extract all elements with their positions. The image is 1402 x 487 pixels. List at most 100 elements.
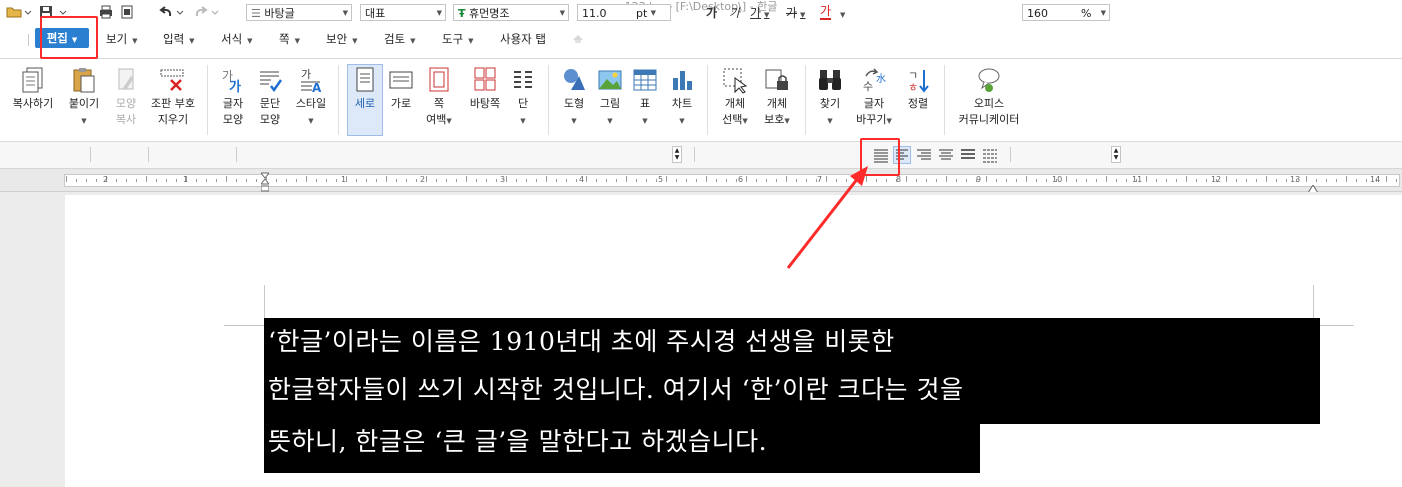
format-copy-button[interactable]: 모양 복사 <box>108 66 144 128</box>
chart-button[interactable]: 차트 ▼ <box>666 66 698 129</box>
ruler-tick <box>1306 176 1307 182</box>
selected-text-line[interactable]: 한글학자들이 쓰기 시작한 것입니다. 여기서 ‘한’이란 크다는 것을 <box>264 366 1320 424</box>
ruler-tick <box>386 176 387 182</box>
ruler-tick <box>1126 179 1127 182</box>
line-spacing-input[interactable]: 160% ▼ <box>1022 4 1110 21</box>
background-page-button[interactable]: 바탕쪽 <box>464 66 506 112</box>
align-divide-button[interactable] <box>981 146 999 164</box>
annotation-arrow <box>786 166 868 269</box>
columns-button[interactable]: 단 ▼ <box>510 66 536 129</box>
underline-button[interactable]: 가 ▼ <box>750 5 769 23</box>
divider <box>338 65 339 135</box>
landscape-button[interactable]: 가로 <box>386 66 416 112</box>
para-shape-button[interactable]: 문단 모양 <box>252 66 288 128</box>
edit-menu-highlight-box <box>40 16 98 59</box>
style-select[interactable]: ☰ 바탕글 ▼ <box>246 4 352 21</box>
page-margin-button[interactable]: 쪽 여백▼ <box>420 66 458 129</box>
ruler-number: 2 <box>420 175 426 184</box>
ruler-tick <box>1336 179 1337 182</box>
shape-button[interactable]: 도형 ▼ <box>557 66 591 129</box>
menu-security[interactable]: 보안 ▼ <box>326 30 358 48</box>
ruler-tick <box>1396 179 1397 182</box>
ruler-tick <box>1196 179 1197 182</box>
italic-button[interactable]: 가 <box>729 5 740 21</box>
ruler-tick <box>1006 179 1007 182</box>
replace-button[interactable]: 수水 글자 바꾸기▼ <box>852 66 896 129</box>
preview-icon[interactable] <box>120 5 134 23</box>
ruler-tick <box>66 176 67 182</box>
ruler-tick <box>1166 179 1167 182</box>
replace-label-2: 바꾸기 <box>856 113 887 126</box>
picture-button[interactable]: 그림 ▼ <box>594 66 626 129</box>
selected-text-line[interactable]: 뜻하니, 한글은 ‘큰 글’을 말한다고 하겠습니다. <box>264 424 980 473</box>
ruler-tick <box>256 179 257 182</box>
menu-view[interactable]: 보기 ▼ <box>106 30 138 48</box>
ruler-tick <box>666 176 667 182</box>
font-color-label: 가 <box>820 4 832 18</box>
ruler-tick <box>76 179 77 182</box>
delete-markup-button[interactable]: 조판 부호 지우기 <box>146 66 200 128</box>
paste-button[interactable]: 붙이기 ▼ <box>62 66 106 129</box>
paragraph-style-icon: ☰ <box>251 7 261 20</box>
menu-format[interactable]: 서식 ▼ <box>221 30 253 48</box>
divider <box>805 65 806 135</box>
line-spacing-stepper[interactable]: ▲ ▼ <box>1111 146 1121 163</box>
table-button[interactable]: 표 ▼ <box>632 66 658 129</box>
ruler-tick <box>1226 176 1227 182</box>
ruler-number: 10 <box>1052 175 1063 184</box>
font-color-button[interactable]: 가 <box>820 4 832 20</box>
strike-button[interactable]: 가 ▼ <box>786 5 805 23</box>
align-center-button[interactable] <box>937 146 955 164</box>
ruler-tick <box>636 179 637 182</box>
align-right-button[interactable] <box>915 146 933 164</box>
ruler-tick <box>606 179 607 182</box>
selected-text-line[interactable]: ‘한글’이라는 이름은 1910년대 초에 주시경 선생을 비롯한 <box>264 318 1320 366</box>
ruler-tick <box>1176 179 1177 182</box>
align-distribute-button[interactable] <box>959 146 977 164</box>
ruler-tick <box>746 176 747 182</box>
language-select[interactable]: 대표 ▼ <box>360 4 446 21</box>
picture-label: 그림 <box>599 97 621 110</box>
ruler-tick <box>476 179 477 182</box>
office-messenger-button[interactable]: 오피스 커뮤니케이터 <box>952 66 1026 128</box>
indent-marker[interactable] <box>259 172 271 194</box>
object-select-label: 개체 <box>724 97 746 110</box>
redo-icon[interactable] <box>195 5 223 23</box>
ruler-tick <box>696 179 697 182</box>
right-indent-marker[interactable] <box>1307 183 1319 194</box>
menu-insert[interactable]: 입력 ▼ <box>163 30 195 48</box>
copy-button[interactable]: 복사하기 <box>8 66 58 112</box>
font-color-dropdown[interactable]: ▼ <box>840 5 845 23</box>
ruler-tick <box>716 179 717 182</box>
font-size-stepper[interactable]: ▲ ▼ <box>672 146 682 163</box>
ribbon-pin-icon[interactable] <box>570 31 586 45</box>
shape-icon <box>564 69 585 90</box>
object-select-button[interactable]: 개체 선택▼ <box>716 66 754 129</box>
ruler-tick <box>1256 179 1257 182</box>
font-value: 휴먼명조 <box>469 7 510 20</box>
sort-button[interactable]: ㄱㅎ 정렬 <box>900 66 936 112</box>
menu-review[interactable]: 검토 ▼ <box>384 30 416 48</box>
object-protect-button[interactable]: 개체 보호▼ <box>758 66 796 129</box>
ruler-tick <box>416 179 417 182</box>
menu-user-tab[interactable]: 사용자 탭 <box>500 30 546 48</box>
open-file-icon[interactable] <box>6 5 32 23</box>
find-button[interactable]: 찾기 ▼ <box>814 66 846 129</box>
font-size-input[interactable]: 11.0 pt ▼ <box>577 4 671 21</box>
menu-label: 서식 <box>221 32 243 46</box>
char-shape-button[interactable]: 가가 글자 모양 <box>214 66 252 128</box>
menu-tools[interactable]: 도구 ▼ <box>442 30 474 48</box>
undo-icon[interactable] <box>158 5 186 23</box>
ruler-tick <box>556 179 557 182</box>
style-button[interactable]: 가A 스타일 ▼ <box>290 66 332 129</box>
object-protect-icon <box>765 69 788 90</box>
ruler-tick <box>116 179 117 182</box>
bold-button[interactable]: 가 <box>706 5 717 21</box>
ruler-tick <box>1186 176 1187 182</box>
menu-page[interactable]: 쪽 ▼ <box>279 30 300 48</box>
formatting-toolbar <box>0 142 1402 169</box>
ruler-number: 13 <box>1290 175 1301 184</box>
font-select[interactable]: Ŧ 휴먼명조 ▼ <box>453 4 569 21</box>
print-icon[interactable] <box>99 5 113 23</box>
portrait-button[interactable]: 세로 <box>347 66 383 112</box>
